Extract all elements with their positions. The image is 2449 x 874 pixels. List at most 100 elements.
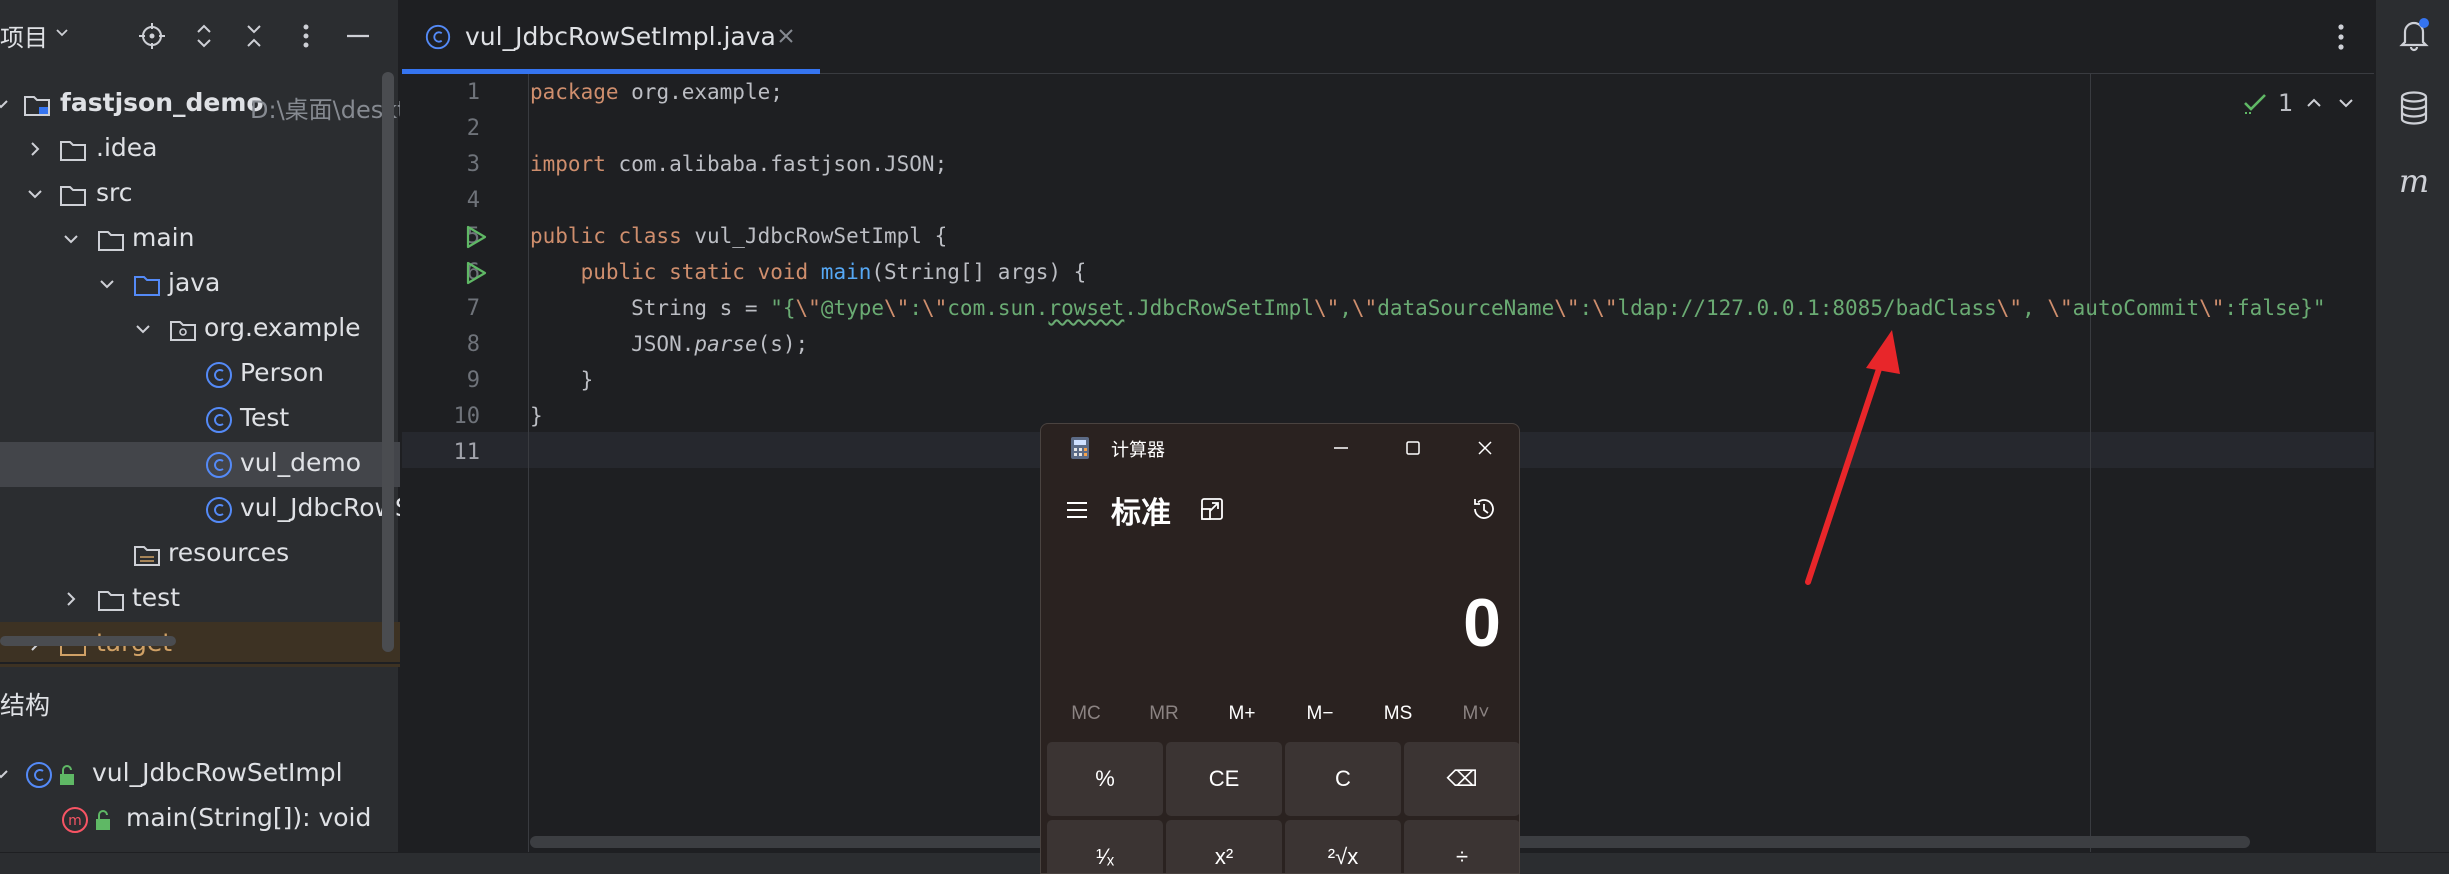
code-line-5[interactable]: public class vul_JdbcRowSetImpl { — [530, 224, 947, 248]
code-string-typo: rowset — [1048, 296, 1125, 320]
tree-item-src[interactable]: src — [0, 172, 400, 217]
tree-item-label: vul_JdbcRowSetImpl — [92, 758, 343, 787]
tab-label: vul_JdbcRowSetImpl.java — [465, 22, 776, 51]
maven-icon[interactable]: m — [2394, 162, 2434, 202]
chevron-down-icon[interactable] — [2335, 92, 2357, 114]
memory-add-button[interactable]: M+ — [1203, 694, 1281, 734]
chevron-right-icon[interactable] — [24, 138, 46, 160]
memory-row: MC MR M+ M− MS M˅ — [1041, 694, 1519, 734]
percent-button[interactable]: % — [1047, 742, 1163, 816]
square-button[interactable]: x² — [1166, 820, 1282, 873]
tree-item-vul-demo[interactable]: vul_demo — [0, 442, 400, 487]
history-icon[interactable] — [1469, 494, 1499, 524]
code-string: "{ — [770, 296, 796, 320]
line-number: 4 — [466, 188, 480, 213]
collapse-all-icon[interactable] — [236, 18, 272, 54]
package-icon — [168, 315, 198, 345]
tree-item-label: resources — [168, 538, 290, 567]
reciprocal-button[interactable]: ¹⁄ₓ — [1047, 820, 1163, 873]
class-icon — [424, 23, 452, 51]
chevron-down-icon[interactable] — [60, 228, 82, 250]
tree-item-resources[interactable]: resources — [0, 532, 400, 577]
code-string: dataSourceName — [1377, 296, 1555, 320]
chevron-down-icon[interactable] — [24, 183, 46, 205]
tree-item-org-example[interactable]: org.example — [0, 307, 400, 352]
tree-item-idea[interactable]: .idea — [0, 127, 400, 172]
memory-subtract-button[interactable]: M− — [1281, 694, 1359, 734]
chevron-down-icon[interactable] — [0, 763, 12, 785]
memory-recall-button[interactable]: MR — [1125, 694, 1203, 734]
database-icon[interactable] — [2394, 88, 2434, 128]
tree-item-main[interactable]: main — [0, 217, 400, 262]
tree-item-test-class[interactable]: Test — [0, 397, 400, 442]
chevron-down-icon[interactable] — [0, 93, 12, 115]
minimize-panel-icon[interactable] — [340, 18, 376, 54]
code-line-10[interactable]: } — [530, 404, 543, 428]
code-string: com.sun. — [947, 296, 1049, 320]
chevron-down-icon[interactable] — [96, 273, 118, 295]
tree-item-label: .idea — [96, 133, 158, 162]
line-number: 10 — [453, 404, 481, 429]
clear-entry-button[interactable]: CE — [1166, 742, 1282, 816]
code-escape: \" — [1592, 296, 1618, 320]
folder-icon — [58, 135, 88, 165]
tab-vul-jdbcrowsetimpl[interactable]: vul_JdbcRowSetImpl.java — [402, 0, 820, 74]
tree-item-fastjson-demo[interactable]: fastjson_demo D:\桌面\deskto — [0, 82, 400, 127]
class-icon — [204, 450, 234, 480]
notifications-icon[interactable] — [2394, 14, 2434, 54]
line-number: 3 — [466, 152, 480, 177]
locate-icon[interactable] — [134, 18, 170, 54]
close-icon[interactable] — [1449, 424, 1519, 472]
structure-item-method[interactable]: m main(String[]): void — [0, 797, 400, 842]
divide-button[interactable]: ÷ — [1404, 820, 1519, 873]
project-panel-title[interactable]: 项目 — [0, 18, 48, 53]
code-line-1[interactable]: package org.example; — [530, 80, 783, 104]
chevron-up-icon[interactable] — [2303, 92, 2325, 114]
class-icon — [204, 360, 234, 390]
chevron-down-icon[interactable] — [132, 318, 154, 340]
close-icon[interactable] — [774, 24, 798, 48]
tree-item-label: vul_JdbcRowS — [240, 493, 400, 522]
panel-divider[interactable] — [0, 662, 400, 664]
code-string: autoCommit — [2072, 296, 2200, 320]
code-line-9[interactable]: } — [530, 368, 594, 392]
structure-item-class[interactable]: vul_JdbcRowSetImpl — [0, 752, 400, 797]
more-options-icon[interactable] — [2326, 20, 2356, 54]
tree-scrollbar[interactable] — [382, 72, 394, 652]
code-line-6[interactable]: public static void main(String[] args) { — [530, 260, 1087, 284]
code-line-8[interactable]: JSON.parse(s); — [530, 332, 808, 356]
run-icon[interactable] — [464, 260, 490, 286]
class-icon — [204, 495, 234, 525]
square-root-button[interactable]: ²√x — [1285, 820, 1401, 873]
code-text: (s); — [757, 332, 809, 356]
memory-store-button[interactable]: MS — [1359, 694, 1437, 734]
tree-item-test[interactable]: test — [0, 577, 400, 622]
run-icon[interactable] — [464, 224, 490, 250]
line-number: 11 — [453, 440, 481, 465]
tree-item-person[interactable]: Person — [0, 352, 400, 397]
code-line-3[interactable]: import com.alibaba.fastjson.JSON; — [530, 152, 947, 176]
project-panel-header: 项目 — [0, 0, 400, 70]
maximize-icon[interactable] — [1377, 424, 1449, 472]
memory-clear-button[interactable]: MC — [1047, 694, 1125, 734]
chevron-right-icon[interactable] — [60, 588, 82, 610]
tree-item-java[interactable]: java — [0, 262, 400, 307]
hamburger-menu-icon[interactable] — [1059, 492, 1095, 528]
minimize-icon[interactable] — [1305, 424, 1377, 472]
inspection-widget[interactable]: 1 — [2242, 86, 2357, 120]
clear-button[interactable]: C — [1285, 742, 1401, 816]
tree-item-label: org.example — [204, 313, 361, 342]
svg-text:m: m — [68, 813, 82, 829]
keep-on-top-icon[interactable] — [1197, 494, 1227, 524]
memory-list-button[interactable]: M˅ — [1437, 694, 1515, 734]
calculator-window[interactable]: 计算器 标准 0 MC MR M+ M− MS M˅ % CE C ⌫ ¹⁄ₓ … — [1040, 423, 1520, 874]
expand-all-icon[interactable] — [186, 18, 222, 54]
tree-horizontal-scrollbar[interactable] — [0, 636, 176, 646]
code-line-7[interactable]: String s = "{\"@type\":\"com.sun.rowset.… — [530, 296, 2325, 320]
more-options-icon[interactable] — [288, 18, 324, 54]
tree-item-vul-jdbcrowsetimpl[interactable]: vul_JdbcRowS — [0, 487, 400, 532]
chevron-down-icon[interactable] — [54, 24, 70, 40]
backspace-button[interactable]: ⌫ — [1404, 742, 1519, 816]
calculator-titlebar[interactable]: 计算器 — [1041, 424, 1519, 472]
project-panel: 项目 fastjson_demo D:\桌面\des .idea src mai… — [0, 0, 400, 874]
